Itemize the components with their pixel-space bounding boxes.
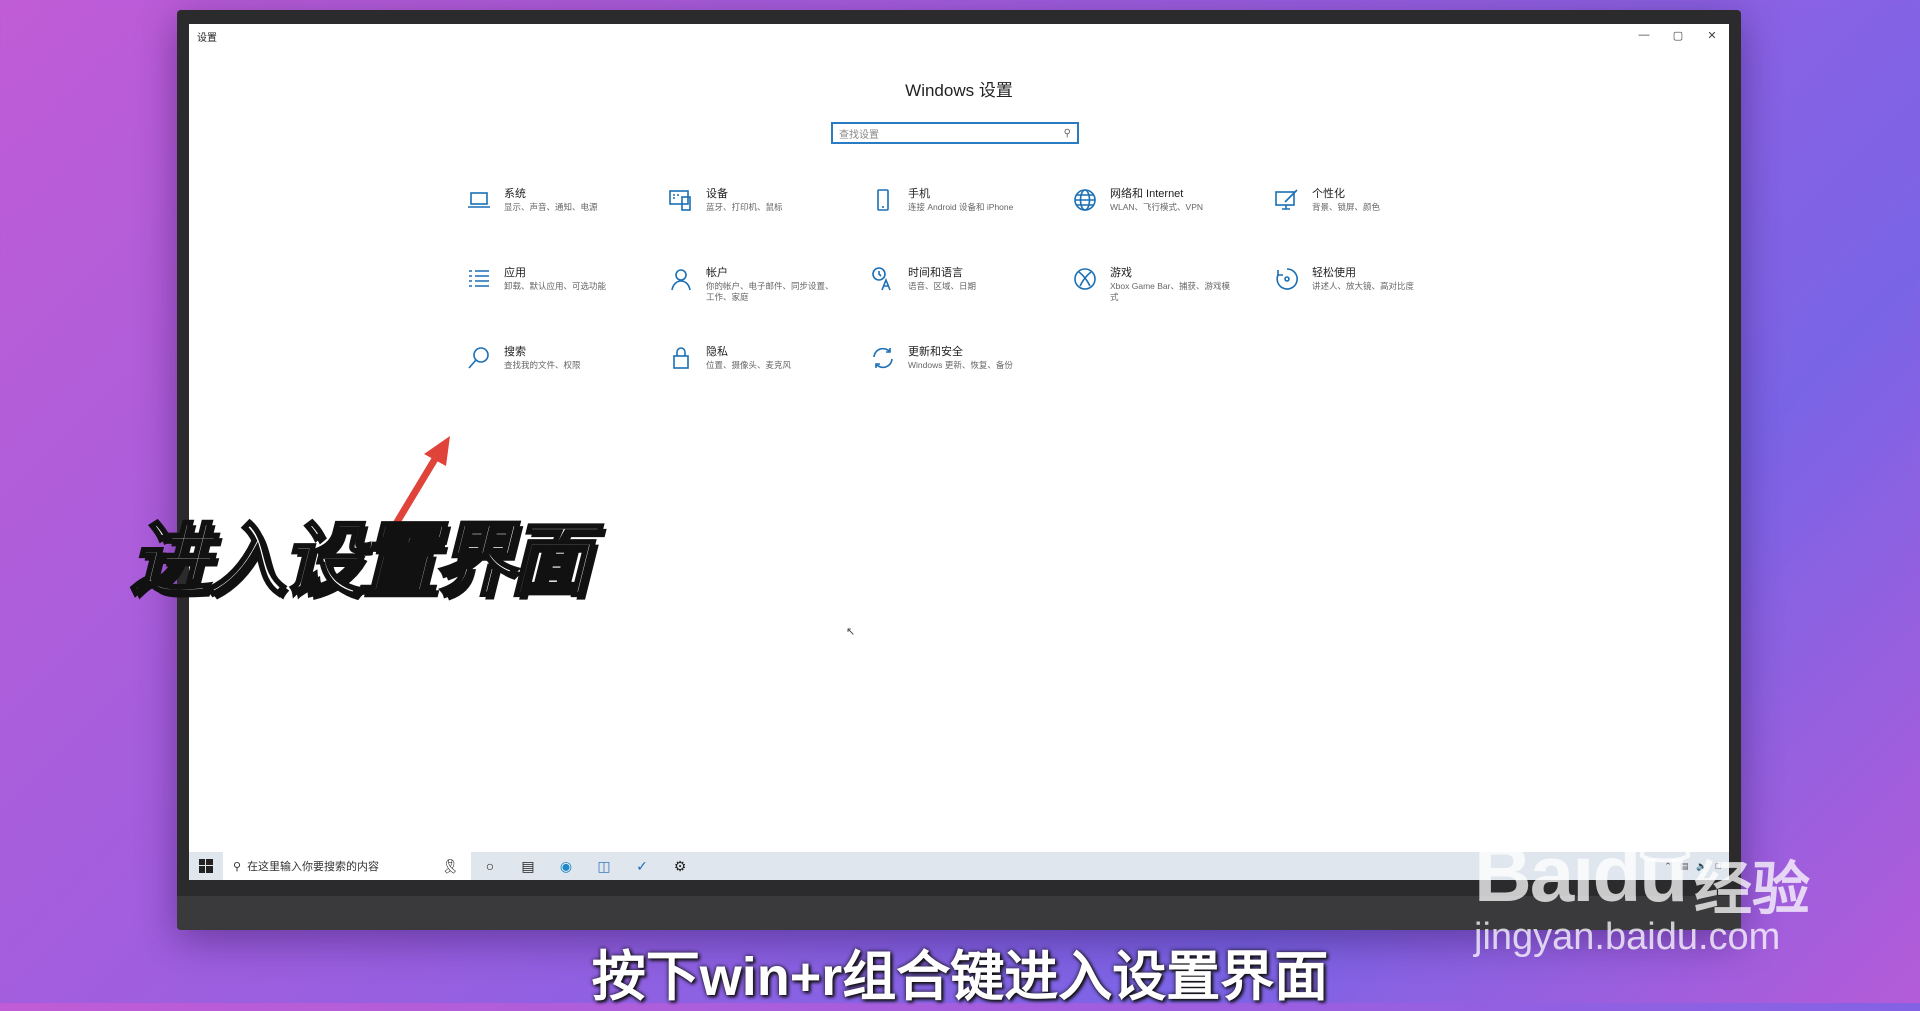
settings-item-update-security[interactable]: 更新和安全 Windows 更新、恢复、备份: [870, 345, 1060, 375]
baidu-watermark: Baidu 经验 jingyan.baidu.com: [1474, 798, 1854, 958]
item-label: 应用: [504, 267, 526, 279]
title-bar: 设置 — ▢ ✕: [189, 24, 1729, 46]
laptop-icon: [466, 187, 496, 217]
mouse-cursor-icon: ↖: [846, 626, 856, 638]
settings-item-time-language[interactable]: 时间和语言 语音、区域、日期: [870, 266, 1060, 296]
window-title: 设置: [197, 33, 217, 44]
close-button[interactable]: ✕: [1695, 24, 1729, 46]
item-description: 背景、锁屏、颜色: [1312, 202, 1381, 212]
item-label: 搜索: [504, 346, 526, 358]
baidu-jingyan-label: 经验: [1694, 857, 1811, 922]
settings-item-network[interactable]: 网络和 Internet WLAN、飞行模式、VPN: [1072, 187, 1262, 217]
item-description: 显示、声音、通知、电源: [504, 202, 598, 212]
settings-search-input[interactable]: 查找设置 ⚲: [831, 122, 1079, 144]
item-description: 你的帐户、电子邮件、同步设置、工作、家庭: [706, 281, 834, 302]
item-label: 隐私: [706, 346, 728, 358]
settings-item-gaming[interactable]: 游戏 Xbox Game Bar、捕获、游戏模式: [1072, 266, 1232, 303]
cortana-circle-icon[interactable]: ○: [471, 852, 509, 880]
maximize-button[interactable]: ▢: [1661, 24, 1695, 46]
item-label: 系统: [504, 188, 526, 200]
item-label: 手机: [908, 188, 930, 200]
item-label: 游戏: [1110, 267, 1132, 279]
settings-item-search[interactable]: 搜索 查找我的文件、权限: [466, 345, 656, 375]
ribbon-icon: 🎗: [441, 858, 459, 874]
devices-icon: [668, 187, 698, 217]
search-placeholder: 查找设置: [839, 129, 879, 141]
page-title: Windows 设置: [905, 81, 1013, 100]
search-icon: [466, 345, 496, 375]
settings-item-ease-of-access[interactable]: 轻松使用 讲述人、放大镜、高对比度: [1274, 266, 1464, 296]
item-label: 更新和安全: [908, 346, 963, 358]
person-icon: [668, 266, 698, 296]
magnifier-icon: ⚲: [233, 860, 242, 873]
item-description: WLAN、飞行模式、VPN: [1110, 202, 1204, 212]
item-label: 设备: [706, 188, 728, 200]
item-label: 网络和 Internet: [1110, 188, 1184, 200]
item-label: 帐户: [706, 267, 728, 279]
paint-icon: [1274, 187, 1304, 217]
settings-item-apps[interactable]: 应用 卸载、默认应用、可选功能: [466, 266, 656, 296]
xbox-icon: [1072, 266, 1102, 296]
sync-icon: [870, 345, 900, 375]
item-description: 语音、区域、日期: [908, 281, 977, 291]
item-description: Xbox Game Bar、捕获、游戏模式: [1110, 281, 1230, 302]
search-icon: ⚲: [1063, 127, 1071, 139]
task-view-icon[interactable]: ▤: [509, 852, 547, 880]
item-description: 位置、摄像头、麦克风: [706, 360, 792, 370]
window-controls: — ▢ ✕: [1627, 24, 1729, 46]
item-description: Windows 更新、恢复、备份: [908, 360, 1013, 370]
item-description: 讲述人、放大镜、高对比度: [1312, 281, 1415, 291]
settings-item-accounts[interactable]: 帐户 你的帐户、电子邮件、同步设置、工作、家庭: [668, 266, 840, 303]
settings-item-personalization[interactable]: 个性化 背景、锁屏、颜色: [1274, 187, 1464, 217]
edge-icon[interactable]: ◉: [547, 852, 585, 880]
windows-logo-icon: [199, 859, 213, 873]
lock-icon: [668, 345, 698, 375]
taskbar-search-input[interactable]: ⚲ 在这里输入你要搜索的内容 🎗: [223, 852, 471, 880]
taskbar-search-placeholder: 在这里输入你要搜索的内容: [247, 861, 380, 873]
settings-item-devices[interactable]: 设备 蓝牙、打印机、鼠标: [668, 187, 858, 217]
item-label: 个性化: [1312, 188, 1345, 200]
start-button[interactable]: [189, 852, 223, 880]
gear-icon[interactable]: ⚙: [661, 852, 699, 880]
item-label: 时间和语言: [908, 267, 963, 279]
item-label: 轻松使用: [1312, 267, 1356, 279]
item-description: 查找我的文件、权限: [504, 360, 581, 370]
item-description: 卸载、默认应用、可选功能: [504, 281, 607, 291]
settings-item-system[interactable]: 系统 显示、声音、通知、电源: [466, 187, 656, 217]
settings-item-privacy[interactable]: 隐私 位置、摄像头、麦克风: [668, 345, 858, 375]
apps-list-icon: [466, 266, 496, 296]
globe-icon: [1072, 187, 1102, 217]
overlay-title: 进入设置界面: [129, 515, 592, 607]
phone-icon: [870, 187, 900, 217]
time-language-icon: [870, 266, 900, 296]
item-description: 连接 Android 设备和 iPhone: [908, 202, 1014, 212]
settings-item-phone[interactable]: 手机 连接 Android 设备和 iPhone: [870, 187, 1060, 217]
files-icon[interactable]: ◫: [585, 852, 623, 880]
minimize-button[interactable]: —: [1627, 24, 1661, 46]
baidu-logo: Baidu: [1474, 829, 1688, 918]
mail-icon[interactable]: ✓: [623, 852, 661, 880]
item-description: 蓝牙、打印机、鼠标: [706, 202, 783, 212]
baidu-url: jingyan.baidu.com: [1474, 916, 1781, 958]
ease-of-access-icon: [1274, 266, 1304, 296]
